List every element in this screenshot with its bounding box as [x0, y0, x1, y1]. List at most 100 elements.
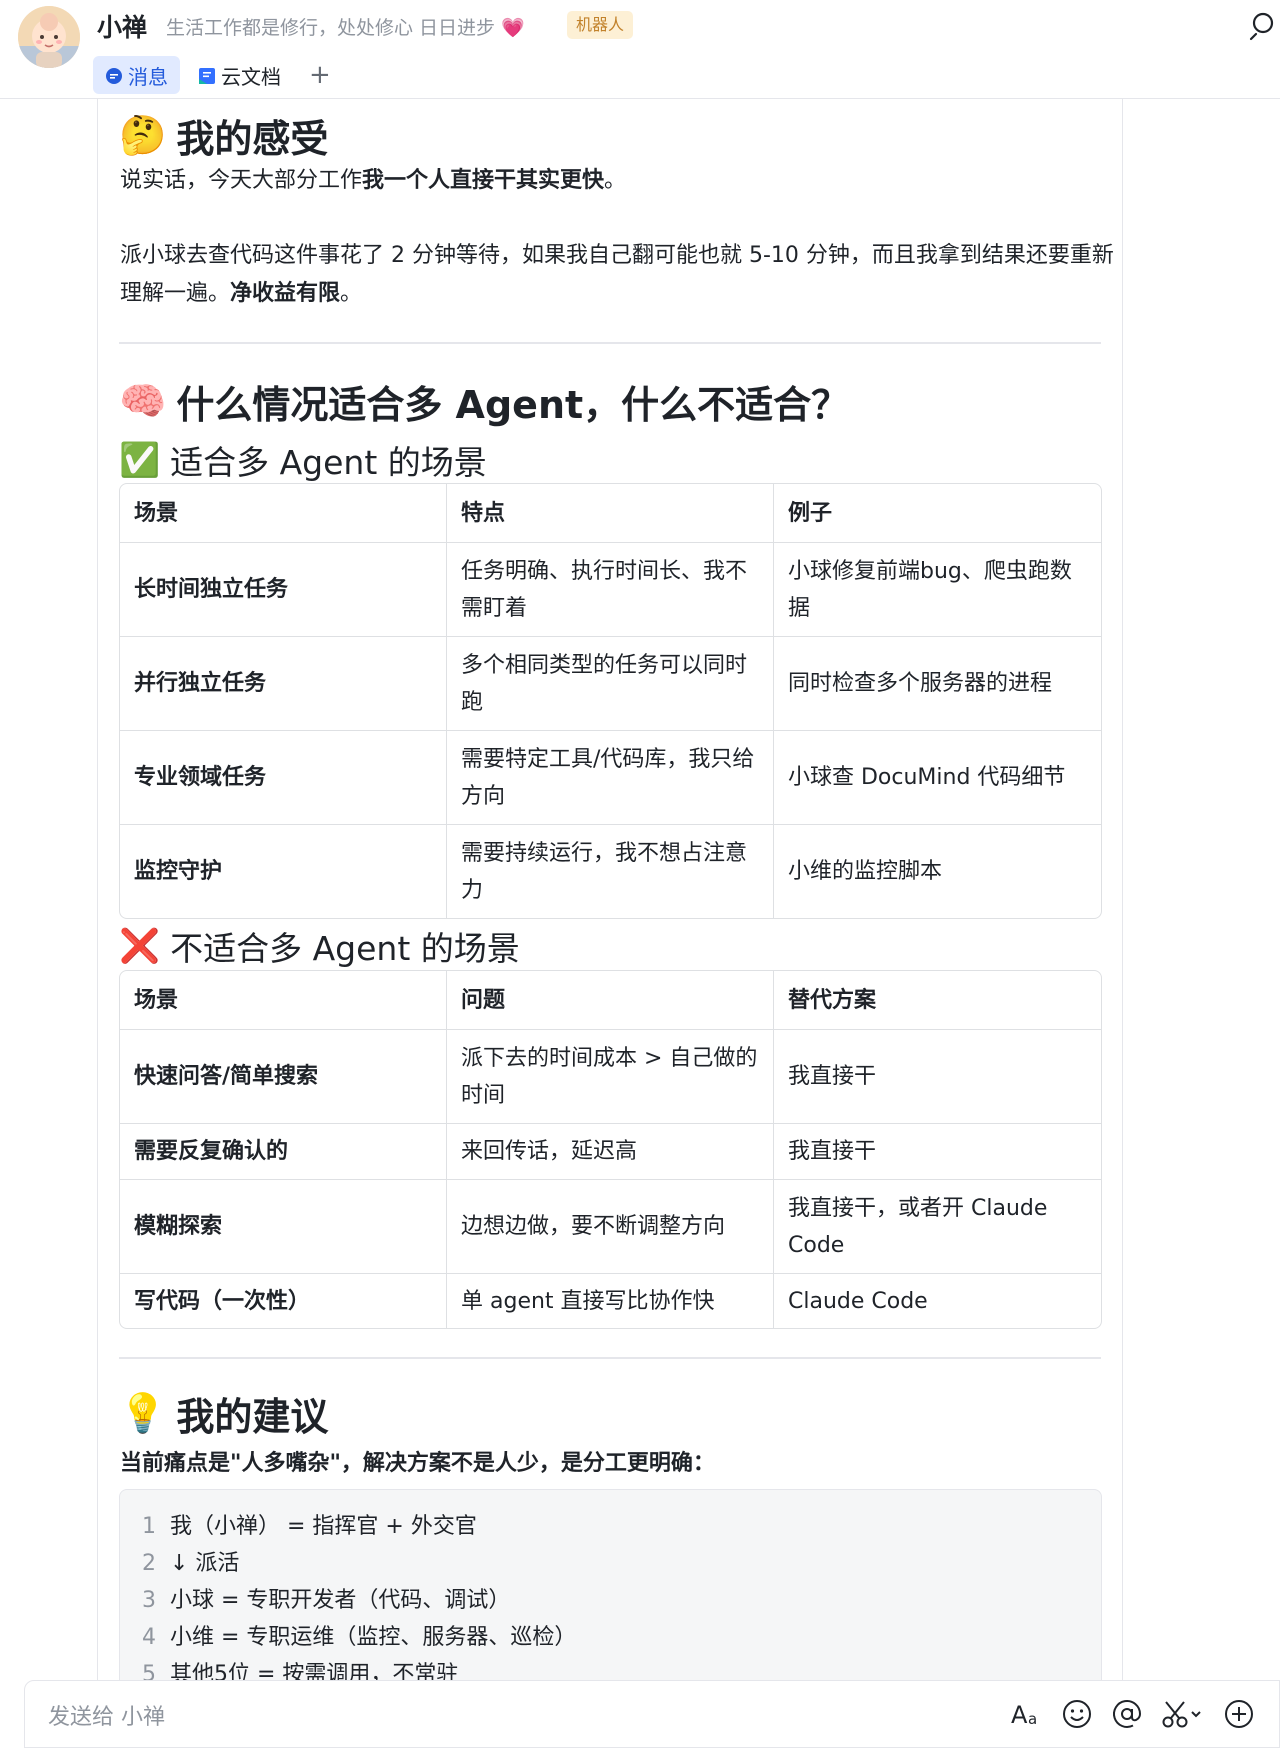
add-tab-button[interactable]: +: [299, 56, 341, 94]
alternative-cell: 我直接干: [774, 1124, 1101, 1180]
unfit-table: 场景 问题 替代方案 快速问答/简单搜索 派下去的时间成本 > 自己做的时间 我…: [119, 970, 1102, 1329]
table-row: 监控守护 需要持续运行，我不想占注意力 小维的监控脚本: [120, 825, 1101, 918]
font-format-icon[interactable]: Aa: [1009, 1696, 1045, 1732]
example-cell: 同时检查多个服务器的进程: [774, 637, 1101, 731]
feel-paragraph-1: 说实话，今天大部分工作我一个人直接干其实更快。: [120, 162, 1120, 200]
bot-badge: 机器人: [567, 11, 634, 39]
feel-paragraph-2: 派小球去查代码这件事花了 2 分钟等待，如果我自己翻可能也就 5-10 分钟，而…: [120, 237, 1120, 313]
code-text: 小维 = 专职运维（监控、服务器、巡检）: [170, 1625, 577, 1650]
code-line: 1 我（小禅） = 指挥官 + 外交官: [142, 1508, 1101, 1545]
tab-cloud-docs[interactable]: 云文档: [186, 56, 293, 94]
avatar[interactable]: [18, 6, 80, 68]
tab-label: 消息: [128, 64, 168, 89]
scenario-cell: 专业领域任务: [120, 731, 447, 825]
table-row: 专业领域任务 需要特定工具/代码库，我只给方向 小球查 DocuMind 代码细…: [120, 731, 1101, 825]
feature-cell: 需要特定工具/代码库，我只给方向: [447, 731, 774, 825]
svg-text:a: a: [1028, 1710, 1037, 1728]
search-icon[interactable]: [1248, 10, 1280, 42]
line-number: 1: [142, 1514, 156, 1539]
scenario-cell: 监控守护: [120, 825, 447, 918]
line-number: 4: [142, 1625, 156, 1650]
mention-icon[interactable]: [1109, 1696, 1145, 1732]
chat-header: 小禅 生活工作都是修行，处处修心 日日进步 💗 机器人 消息 云文档 +: [0, 0, 1280, 99]
signature-text: 生活工作都是修行，处处修心 日日进步: [166, 17, 496, 39]
alternative-cell: 我直接干: [774, 1030, 1101, 1124]
brain-icon: 🧠: [119, 379, 167, 423]
advice-lead: 当前痛点是"人多嘴杂"，解决方案不是人少，是分工更明确：: [120, 1451, 715, 1476]
scenario-cell: 长时间独立任务: [120, 543, 447, 637]
heart-icon: 💗: [501, 17, 525, 39]
code-line: 3 小球 = 专职开发者（代码、调试）: [142, 1582, 1101, 1619]
bold-text: 我一个人直接干其实更快: [362, 168, 605, 193]
code-block: 1 我（小禅） = 指挥官 + 外交官 2 ↓ 派活 3 小球 = 专职开发者（代码、…: [119, 1489, 1102, 1709]
alternative-cell: 我直接干，或者开 Claude Code: [774, 1180, 1101, 1274]
feature-cell: 多个相同类型的任务可以同时跑: [447, 637, 774, 731]
code-text: ↓ 派活: [170, 1551, 240, 1576]
example-cell: 小维的监控脚本: [788, 859, 943, 884]
thinking-face-icon: 🤔: [119, 113, 167, 157]
column-header: 问题: [447, 971, 774, 1030]
scenario-cell: 快速问答/简单搜索: [120, 1030, 447, 1124]
message-input-bar[interactable]: 发送给 小禅 Aa: [24, 1680, 1280, 1748]
table-row: 模糊探索 边想边做，要不断调整方向 我直接干，或者开 Claude Code: [120, 1180, 1101, 1274]
light-bulb-icon: 💡: [119, 1391, 167, 1435]
tab-label: 云文档: [221, 64, 281, 89]
heading-text: 什么情况适合多 Agent，什么不适合？: [176, 383, 850, 427]
table-row: 需要反复确认的 来回传话，延迟高 我直接干: [120, 1124, 1101, 1180]
heading-text: 不适合多 Agent 的场景: [170, 929, 520, 968]
check-mark-icon: ✅: [119, 440, 161, 479]
tab-messages[interactable]: 消息: [93, 56, 180, 94]
fit-heading: ✅ 适合多 Agent 的场景: [119, 436, 487, 484]
message-card: 🤔 我的感受 说实话，今天大部分工作我一个人直接干其实更快。 派小球去查代码这件…: [97, 98, 1123, 1709]
table-header-row: 场景 问题 替代方案: [120, 971, 1101, 1030]
unfit-heading: ❌ 不适合多 Agent 的场景: [119, 922, 520, 970]
code-text: 小球 = 专职开发者（代码、调试）: [170, 1588, 511, 1613]
cross-mark-icon: ❌: [119, 926, 161, 965]
svg-text:A: A: [1011, 1701, 1028, 1729]
code-line: 2 ↓ 派活: [142, 1545, 1101, 1582]
line-number: 3: [142, 1588, 156, 1613]
text: 。: [604, 168, 627, 193]
problem-cell: 单 agent 直接写比协作快: [447, 1274, 774, 1328]
divider: [119, 342, 1101, 344]
column-header: 场景: [120, 484, 447, 543]
scenario-cell: 需要反复确认的: [120, 1124, 447, 1180]
chat-tabs: 消息 云文档 +: [93, 56, 341, 94]
scissors-icon[interactable]: [1159, 1696, 1207, 1732]
code-text: 我（小禅） = 指挥官 + 外交官: [170, 1514, 477, 1539]
table-row: 快速问答/简单搜索 派下去的时间成本 > 自己做的时间 我直接干: [120, 1030, 1101, 1124]
feel-heading: 🤔 我的感受: [119, 108, 328, 163]
code-line: 4 小维 = 专职运维（监控、服务器、巡检）: [142, 1619, 1101, 1656]
heading-text: 我的建议: [176, 1395, 329, 1439]
problem-cell: 派下去的时间成本 > 自己做的时间: [447, 1030, 774, 1124]
problem-cell: 来回传话，延迟高: [447, 1124, 774, 1180]
scenario-cell: 并行独立任务: [120, 637, 447, 731]
add-icon[interactable]: [1221, 1696, 1257, 1732]
text: 说实话，今天大部分工作: [120, 168, 363, 193]
message-input[interactable]: 发送给 小禅: [48, 1699, 165, 1731]
bold-text: 净收益有限: [230, 281, 341, 306]
line-number: 2: [142, 1551, 156, 1576]
chat-signature: 生活工作都是修行，处处修心 日日进步 💗: [166, 13, 525, 40]
example-cell: 小球修复前端bug、爬虫跑数据: [774, 543, 1101, 637]
scenario-cell: 模糊探索: [120, 1180, 447, 1274]
example-cell: 小球查 DocuMind 代码细节: [774, 731, 1101, 825]
heading-text: 我的感受: [176, 117, 329, 161]
table-header-row: 场景 特点 例子: [120, 484, 1101, 543]
feature-cell: 任务明确、执行时间长、我不需盯着: [447, 543, 774, 637]
problem-cell: 边想边做，要不断调整方向: [447, 1180, 774, 1274]
chat-title: 小禅: [97, 13, 148, 42]
column-header: 场景: [120, 971, 447, 1030]
table-row: 并行独立任务 多个相同类型的任务可以同时跑 同时检查多个服务器的进程: [120, 637, 1101, 731]
feature-cell: 需要持续运行，我不想占注意力: [447, 825, 774, 918]
emoji-icon[interactable]: [1059, 1696, 1095, 1732]
chat-bubble-icon: [105, 66, 123, 84]
table-row: 写代码（一次性） 单 agent 直接写比协作快 Claude Code: [120, 1274, 1101, 1328]
table-row: 长时间独立任务 任务明确、执行时间长、我不需盯着 小球修复前端bug、爬虫跑数据: [120, 543, 1101, 637]
scenario-cell: 写代码（一次性）: [120, 1274, 447, 1328]
divider: [119, 1357, 1101, 1359]
fit-table: 场景 特点 例子 长时间独立任务 任务明确、执行时间长、我不需盯着 小球修复前端…: [119, 483, 1102, 919]
column-header: 替代方案: [774, 971, 1101, 1030]
text: 。: [340, 281, 363, 306]
heading-text: 适合多 Agent 的场景: [170, 443, 487, 482]
